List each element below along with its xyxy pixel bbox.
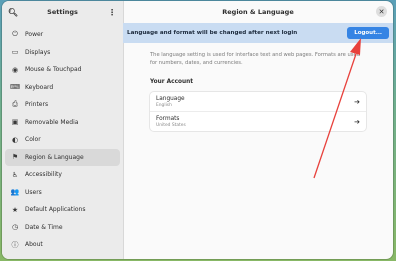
- users-icon: 👥: [10, 188, 20, 197]
- search-icon[interactable]: 🔍︎: [8, 7, 18, 17]
- keyboard-icon: ⌨: [9, 83, 21, 92]
- row-subtitle: English: [156, 102, 172, 108]
- close-button[interactable]: ✕: [376, 6, 387, 17]
- printer-icon: ⎙: [12, 100, 18, 109]
- sidebar-item-power[interactable]: ⏻ Power: [5, 26, 120, 44]
- accessibility-icon: ♿: [11, 170, 19, 179]
- clock-icon: ◷: [11, 223, 19, 232]
- arrow-right-icon: ➔: [354, 117, 360, 126]
- media-icon: ▣: [11, 118, 19, 127]
- row-subtitle: United States: [156, 122, 186, 128]
- account-card: Language English ➔ Formats United States ➔: [150, 92, 366, 132]
- sidebar-item-removable-media[interactable]: ▣ Removable Media: [5, 114, 120, 132]
- main-header: Region & Language ✕: [123, 1, 393, 23]
- color-icon: ◐: [11, 135, 19, 144]
- sidebar-item-label: Printers: [25, 101, 49, 109]
- sidebar-item-label: About: [25, 241, 43, 249]
- row-language[interactable]: Language English ➔: [150, 92, 366, 111]
- sidebar-item-mouse-touchpad[interactable]: ◉ Mouse & Touchpad: [5, 61, 120, 79]
- banner-message: Language and format will be changed afte…: [127, 30, 298, 36]
- sidebar-title: Settings: [47, 8, 78, 16]
- sidebar-item-displays[interactable]: ▭ Displays: [5, 44, 120, 62]
- sidebar-item-label: Accessibility: [25, 171, 62, 179]
- sidebar-header: 🔍︎ Settings ⋮: [2, 1, 123, 23]
- row-title: Formats: [156, 115, 180, 122]
- settings-window: 🔍︎ Settings ⋮ ⏻ Power ▭ Displays ◉ Mouse & To…: [2, 1, 393, 259]
- star-icon: ★: [11, 205, 19, 214]
- sidebar-item-label: Displays: [25, 48, 51, 56]
- sidebar-item-date-time[interactable]: ◷ Date & Time: [5, 219, 120, 237]
- sidebar-list: ⏻ Power ▭ Displays ◉ Mouse & Touchpad ⌨ Keyboar…: [2, 23, 123, 257]
- logout-button[interactable]: Logout...: [347, 27, 389, 39]
- sidebar-item-about[interactable]: ⓘ About: [5, 236, 120, 254]
- sidebar-item-label: Color: [25, 136, 41, 144]
- content: The language setting is used for interfa…: [123, 52, 393, 132]
- row-formats[interactable]: Formats United States ➔: [150, 111, 366, 131]
- sidebar-item-label: Date & Time: [25, 223, 63, 231]
- sidebar-item-users[interactable]: 👥 Users: [5, 184, 120, 202]
- sidebar-item-printers[interactable]: ⎙ Printers: [5, 96, 120, 114]
- sidebar-item-keyboard[interactable]: ⌨ Keyboard: [5, 79, 120, 97]
- language-description: The language setting is used for interfa…: [150, 52, 360, 66]
- sidebar-item-label: Region & Language: [25, 153, 84, 161]
- mouse-icon: ◉: [11, 65, 19, 74]
- sidebar-item-label: Removable Media: [25, 118, 79, 126]
- sidebar-item-default-applications[interactable]: ★ Default Applications: [5, 201, 120, 219]
- menu-icon[interactable]: ⋮: [107, 7, 117, 17]
- sidebar-item-color[interactable]: ◐ Color: [5, 131, 120, 149]
- sidebar-item-accessibility[interactable]: ♿ Accessibility: [5, 166, 120, 184]
- page-title: Region & Language: [222, 8, 294, 16]
- sidebar-item-label: Mouse & Touchpad: [25, 66, 82, 74]
- power-icon: ⏻: [12, 30, 18, 39]
- restart-banner: Language and format will be changed afte…: [123, 23, 393, 43]
- row-text: Formats United States: [156, 116, 186, 128]
- info-icon: ⓘ: [11, 240, 19, 249]
- row-title: Language: [156, 95, 185, 102]
- row-text: Language English: [156, 96, 185, 108]
- sidebar-item-label: Keyboard: [25, 83, 54, 91]
- section-title: Your Account: [150, 79, 194, 86]
- sidebar: 🔍︎ Settings ⋮ ⏻ Power ▭ Displays ◉ Mouse & To…: [2, 1, 124, 259]
- arrow-right-icon: ➔: [354, 97, 360, 106]
- sidebar-item-label: Power: [25, 31, 44, 39]
- main-panel: Region & Language ✕ Language and format …: [123, 1, 393, 259]
- sidebar-item-region-language[interactable]: ⚑ Region & Language: [5, 148, 120, 166]
- sidebar-item-label: Default Applications: [25, 206, 86, 214]
- sidebar-item-label: Users: [25, 188, 42, 196]
- display-icon: ▭: [11, 48, 19, 57]
- region-icon: ⚑: [11, 153, 19, 162]
